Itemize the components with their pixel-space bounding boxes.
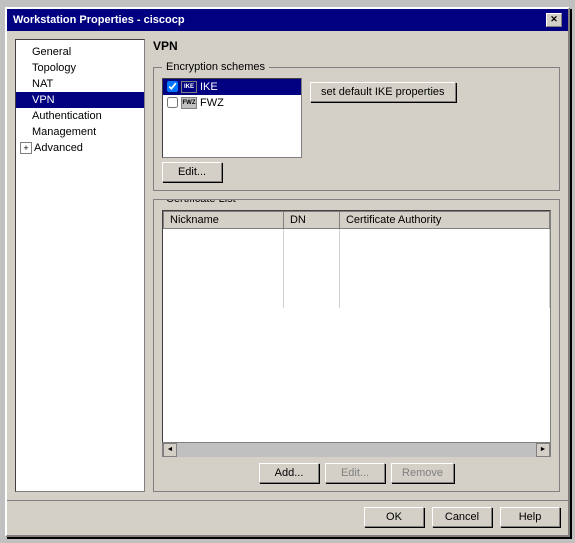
table-row [164,292,550,308]
col-dn: DN [283,211,339,228]
cert-table-wrapper: Nickname DN Certificate Authority [162,210,551,443]
scroll-track[interactable] [177,443,536,457]
title-bar: Workstation Properties - ciscocp ✕ [7,9,568,31]
sidebar-item-topology[interactable]: Topology [16,60,144,76]
right-panel: VPN Encryption schemes IKE IKE [153,39,560,492]
table-row [164,260,550,276]
help-button[interactable]: Help [500,507,560,527]
remove-button[interactable]: Remove [391,463,454,483]
ike-icon: IKE [181,81,197,93]
set-default-ike-button[interactable]: set default IKE properties [310,82,456,102]
encryption-row: IKE IKE FWZ FWZ set default IKE properti… [162,78,551,158]
content-area: General Topology NAT VPN Authentication … [7,31,568,500]
sidebar-item-advanced-label: Advanced [34,142,83,154]
main-window: Workstation Properties - ciscocp ✕ Gener… [5,7,570,537]
encryption-group-label: Encryption schemes [162,61,269,73]
col-nickname: Nickname [164,211,284,228]
certificate-list-group: Certificate List Nickname DN Certificate… [153,199,560,492]
tree-panel: General Topology NAT VPN Authentication … [15,39,145,492]
sidebar-item-general[interactable]: General [16,44,144,60]
sidebar-item-authentication[interactable]: Authentication [16,108,144,124]
table-row [164,228,550,244]
expand-icon[interactable]: + [20,142,32,154]
scheme-label-ike: IKE [200,81,218,93]
footer-buttons: OK Cancel Help [7,500,568,535]
scheme-item-ike[interactable]: IKE IKE [163,79,301,95]
schemes-list: IKE IKE FWZ FWZ [162,78,302,158]
add-button[interactable]: Add... [259,463,319,483]
scheme-label-fwz: FWZ [200,97,224,109]
close-button[interactable]: ✕ [546,13,562,27]
sidebar-item-advanced[interactable]: + Advanced [16,140,144,156]
fwz-icon: FWZ [181,97,197,109]
col-ca: Certificate Authority [339,211,549,228]
cert-group-label: Certificate List [162,199,240,205]
ok-button[interactable]: OK [364,507,424,527]
cancel-button[interactable]: Cancel [432,507,492,527]
sidebar-item-vpn[interactable]: VPN [16,92,144,108]
panel-title: VPN [153,39,560,53]
scheme-checkbox-fwz[interactable] [167,97,178,108]
scheme-checkbox-ike[interactable] [167,81,178,92]
cert-table: Nickname DN Certificate Authority [163,211,550,309]
cert-edit-button[interactable]: Edit... [325,463,385,483]
sidebar-item-nat[interactable]: NAT [16,76,144,92]
scroll-right-arrow[interactable]: ► [536,443,550,457]
encryption-edit-button[interactable]: Edit... [162,162,222,182]
sidebar-item-management[interactable]: Management [16,124,144,140]
scheme-item-fwz[interactable]: FWZ FWZ [163,95,301,111]
window-title: Workstation Properties - ciscocp [13,14,185,26]
cert-buttons: Add... Edit... Remove [162,463,551,483]
scroll-left-arrow[interactable]: ◄ [163,443,177,457]
encryption-group: Encryption schemes IKE IKE FWZ [153,67,560,191]
table-row [164,276,550,292]
edit-btn-row: Edit... [162,162,551,182]
table-row [164,244,550,260]
horizontal-scrollbar: ◄ ► [162,443,551,457]
